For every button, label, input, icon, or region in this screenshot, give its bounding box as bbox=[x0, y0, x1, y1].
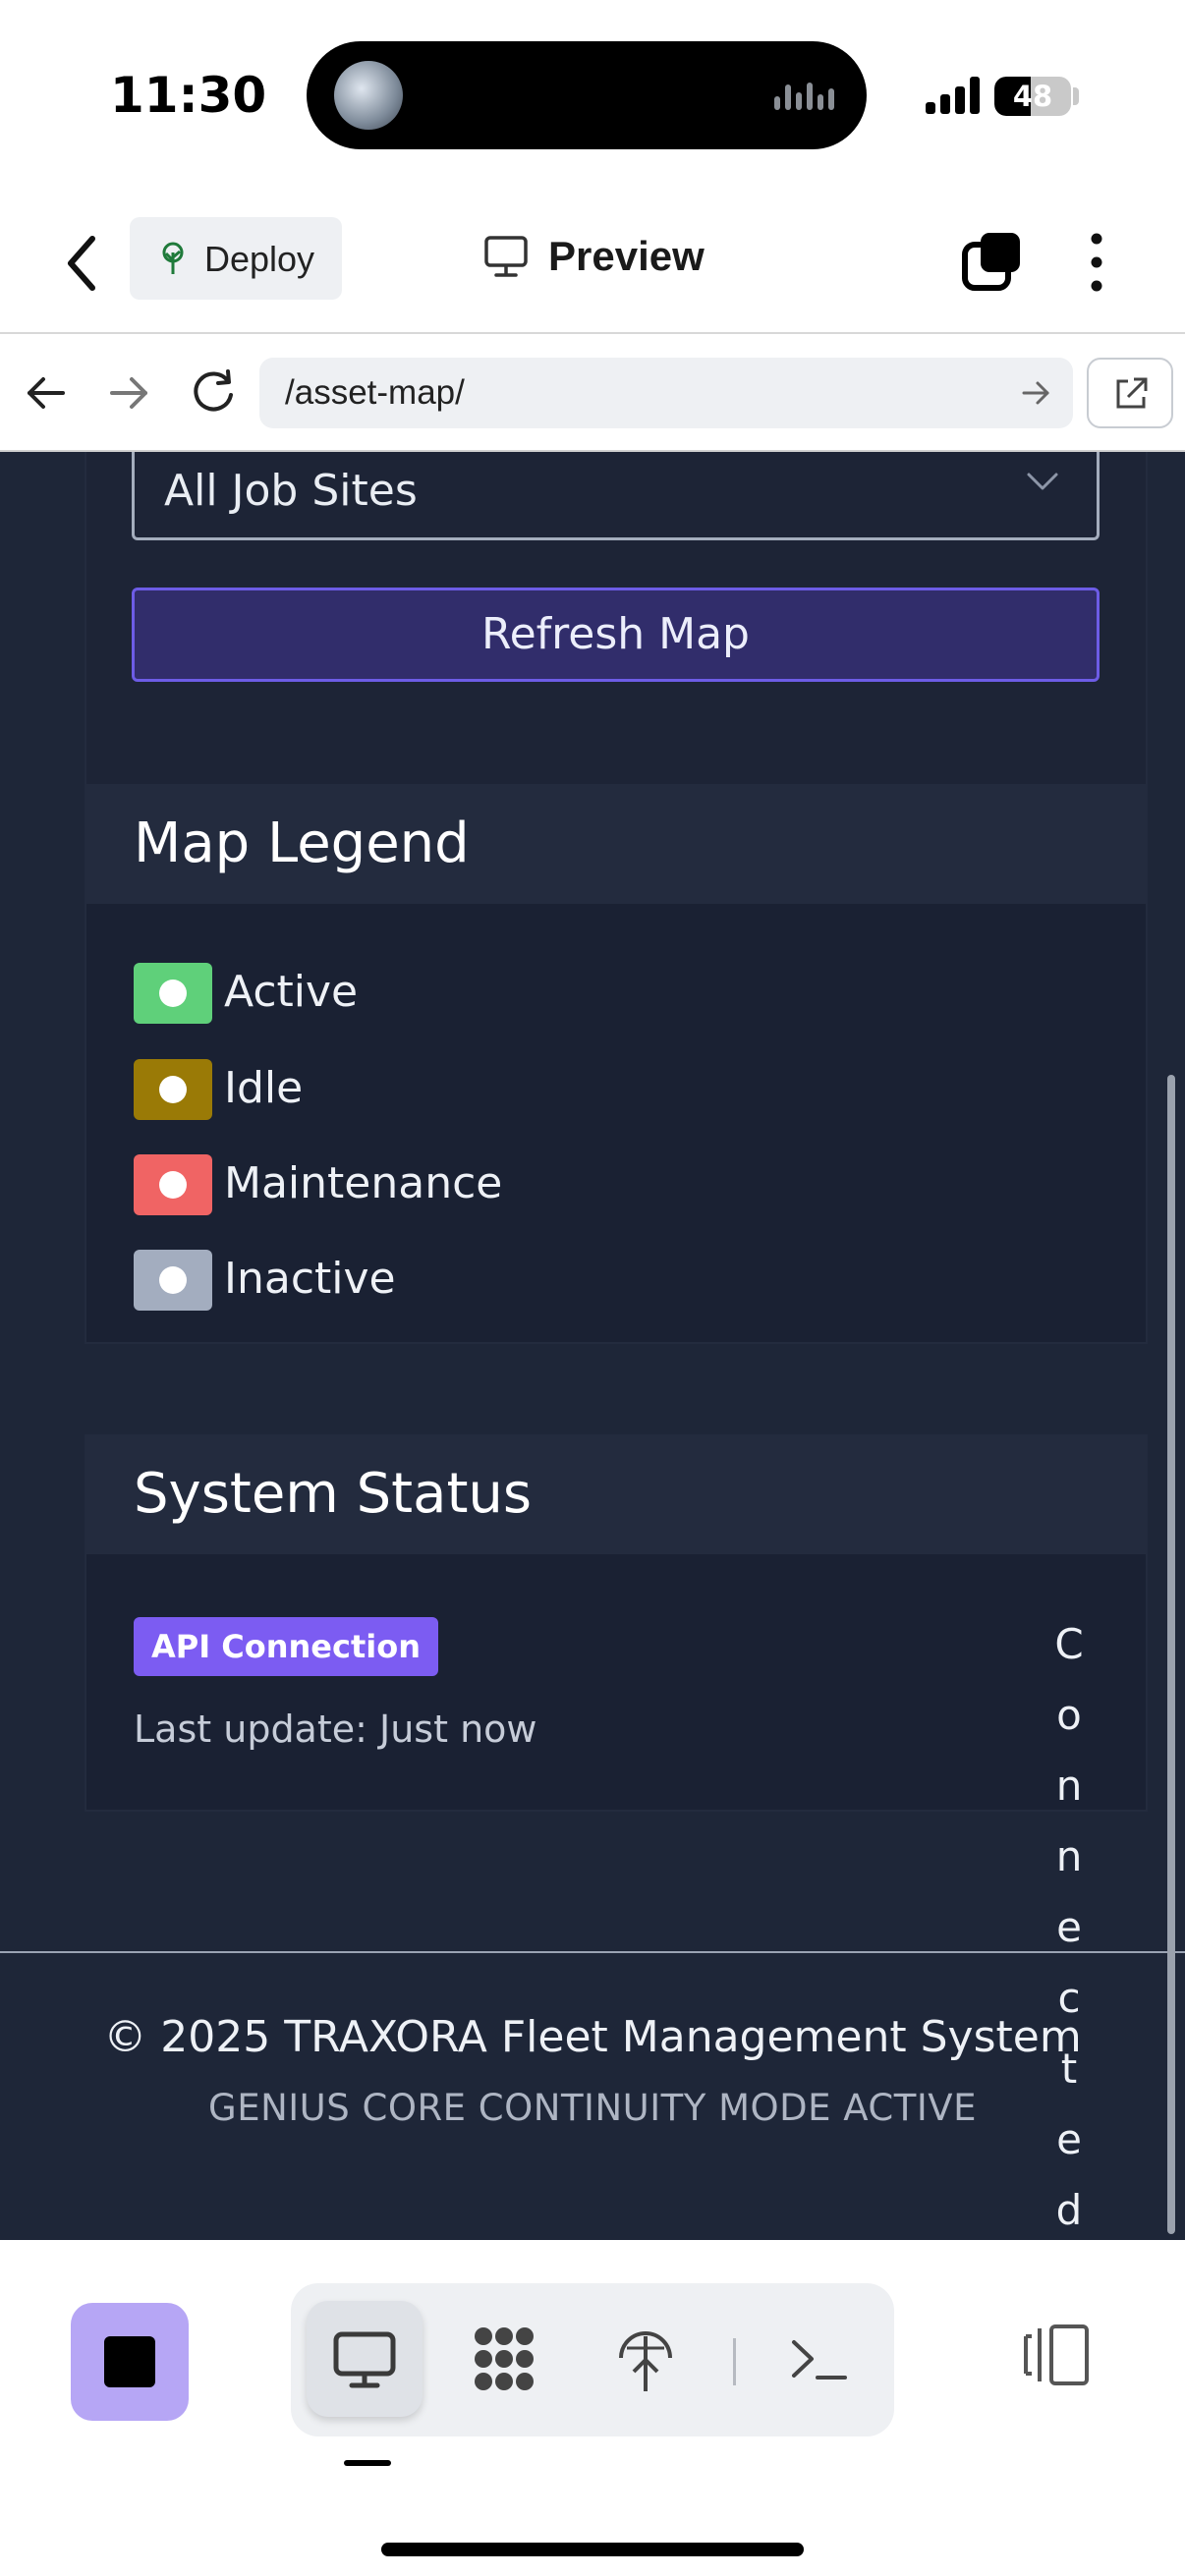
dynamic-island bbox=[307, 41, 867, 149]
legend-label: Inactive bbox=[224, 1254, 396, 1304]
stop-button[interactable] bbox=[71, 2303, 189, 2421]
status-dot-icon bbox=[159, 1266, 187, 1294]
tree-icon bbox=[162, 242, 184, 274]
legend-label: Idle bbox=[224, 1063, 304, 1113]
status-dot-icon bbox=[159, 1076, 187, 1103]
legend-label: Active bbox=[224, 967, 359, 1017]
status-dot-icon bbox=[159, 1171, 187, 1199]
legend-swatch bbox=[134, 1250, 212, 1311]
legend-header: Map Legend bbox=[86, 786, 1146, 904]
webview-content: All Job Sites Refresh Map Map Legend Act… bbox=[0, 452, 1185, 2240]
live-activity-thumbnail bbox=[334, 61, 403, 130]
deploy-icon[interactable] bbox=[609, 2323, 682, 2395]
arrow-left-icon[interactable] bbox=[24, 373, 69, 413]
system-status-title: System Status bbox=[134, 1462, 533, 1526]
go-arrow-icon[interactable] bbox=[1020, 377, 1053, 409]
battery-icon: 48 bbox=[994, 77, 1071, 116]
panel-icon[interactable] bbox=[1018, 2323, 1093, 2389]
agents-icon[interactable] bbox=[468, 2323, 540, 2395]
cellular-signal-icon bbox=[926, 75, 985, 114]
app-header: Deploy Preview bbox=[0, 192, 1185, 334]
tool-preview-button[interactable] bbox=[307, 2301, 423, 2417]
active-tool-indicator bbox=[344, 2460, 391, 2466]
external-link-icon bbox=[1116, 377, 1148, 409]
battery-percent: 48 bbox=[1012, 80, 1053, 113]
job-site-select[interactable]: All Job Sites bbox=[132, 452, 1100, 540]
footer-mode-text: GENIUS CORE CONTINUITY MODE ACTIVE bbox=[208, 2087, 977, 2129]
footer-divider bbox=[0, 1951, 1185, 1953]
home-indicator bbox=[381, 2543, 804, 2556]
monitor-icon bbox=[333, 2331, 396, 2388]
battery-cap bbox=[1073, 87, 1079, 105]
reload-icon[interactable] bbox=[189, 367, 238, 417]
toolbar-separator bbox=[733, 2338, 736, 2385]
legend-swatch bbox=[134, 1059, 212, 1120]
preview-label: Preview bbox=[548, 233, 705, 279]
last-update-text: Last update: Just now bbox=[134, 1708, 537, 1751]
legend-swatch bbox=[134, 963, 212, 1024]
map-legend-card: Map Legend Active Idle Maintenance Inact… bbox=[85, 784, 1148, 1344]
clock: 11:30 bbox=[110, 67, 267, 124]
tool-switcher bbox=[291, 2283, 894, 2436]
scrollbar[interactable] bbox=[1167, 1075, 1175, 2234]
terminal-icon[interactable] bbox=[782, 2323, 855, 2395]
job-site-select-value: All Job Sites bbox=[164, 466, 418, 516]
deploy-button[interactable]: Deploy bbox=[130, 217, 342, 300]
audio-wave-icon bbox=[774, 81, 837, 110]
api-connection-badge: API Connection bbox=[134, 1617, 438, 1676]
status-dot-icon bbox=[159, 980, 187, 1007]
refresh-map-button[interactable]: Refresh Map bbox=[132, 588, 1100, 682]
legend-label: Maintenance bbox=[224, 1158, 503, 1208]
url-text: /asset-map/ bbox=[285, 373, 465, 412]
legend-swatch bbox=[134, 1154, 212, 1215]
browser-bar: /asset-map/ bbox=[0, 334, 1185, 452]
system-status-card: System Status API Connection Last update… bbox=[85, 1434, 1148, 1812]
system-status-header: System Status bbox=[86, 1436, 1146, 1554]
chevron-left-icon[interactable] bbox=[59, 229, 106, 298]
arrow-right-icon[interactable] bbox=[106, 373, 151, 413]
stop-icon bbox=[104, 2336, 155, 2387]
monitor-icon bbox=[484, 236, 528, 277]
chevron-down-icon bbox=[1027, 473, 1058, 490]
connection-status-text: Connected bbox=[1054, 1620, 1084, 2234]
url-field[interactable]: /asset-map/ bbox=[259, 358, 1073, 428]
status-bar: 11:30 48 bbox=[0, 0, 1185, 192]
open-external-button[interactable] bbox=[1087, 358, 1173, 428]
legend-title: Map Legend bbox=[134, 812, 470, 875]
bottom-toolbar bbox=[0, 2240, 1185, 2576]
footer-copyright: © 2025 TRAXORA Fleet Management System bbox=[103, 2012, 1082, 2062]
more-vertical-icon[interactable] bbox=[1077, 229, 1116, 296]
deploy-label: Deploy bbox=[204, 239, 315, 279]
tabs-icon[interactable] bbox=[961, 231, 1022, 292]
